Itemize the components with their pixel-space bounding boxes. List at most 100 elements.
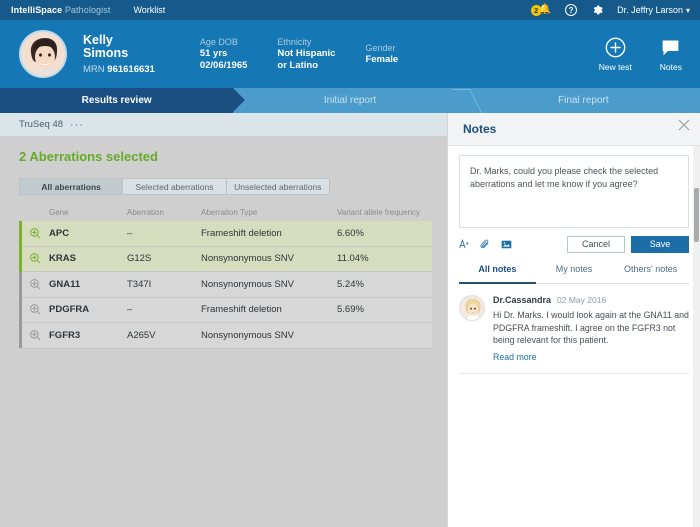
page-title: 2 Aberrations selected [19,149,447,164]
cell-gene: PDGFRA [49,304,127,315]
patient-first-name: Kelly [83,34,155,48]
table-row[interactable]: FGFR3 A265V Nonsynonymous SNV [19,323,432,349]
notes-filter-tabs: All notes My notes Others' notes [459,264,689,284]
table-row[interactable]: APC – Frameshift deletion 6.60% [19,221,432,247]
notifications-button[interactable]: 2 🔔 [531,5,551,16]
chevron-down-icon: ▾ [686,6,690,15]
tab-final-report[interactable]: Final report [467,88,700,113]
new-test-button[interactable]: New test [599,37,632,72]
cell-aberration-type: Nonsynonymous SNV [201,279,337,290]
text-format-icon[interactable] [459,239,470,250]
scrollbar-thumb[interactable] [694,188,699,242]
step-label: Initial report [324,95,376,106]
cell-vaf: 11.04% [337,253,432,264]
divider [459,373,689,374]
paperclip-icon[interactable] [480,239,491,250]
application-root: IntelliSpace Pathologist Worklist 2 🔔 ? … [0,0,700,527]
notes-panel-title: Notes [463,122,496,136]
field-value-primary: 51 yrs [200,48,248,60]
field-value-primary: Female [365,54,398,66]
notes-tab-all[interactable]: All notes [459,264,536,283]
help-icon[interactable]: ? [565,4,577,16]
cell-aberration: – [127,228,201,239]
note-compose-input[interactable]: Dr. Marks, could you please check the se… [459,155,689,228]
brand-name-strong: IntelliSpace [11,5,62,15]
field-label: Gender [365,42,398,54]
list-item: Dr.Cassandra 02 May 2016 Hi Dr. Marks. I… [459,295,689,362]
cell-vaf: 5.24% [337,279,432,290]
mrn-value: 961616631 [107,64,155,75]
cell-aberration-type: Frameshift deletion [201,228,337,239]
field-value-secondary: 02/06/1965 [200,60,248,72]
notes-tab-mine[interactable]: My notes [536,264,613,283]
user-menu[interactable]: Dr. Jeffry Larson▾ [617,5,690,15]
table-row[interactable]: PDGFRA – Frameshift deletion 5.69% [19,298,432,324]
brand-logo: IntelliSpace Pathologist [11,5,110,15]
cell-gene: APC [49,228,127,239]
note-text: Hi Dr. Marks. I would look again at the … [493,309,689,347]
avatar [459,295,485,321]
notes-button[interactable]: Notes [660,37,682,72]
note-compose-toolbar: Cancel Save [459,235,689,253]
zoom-in-icon[interactable] [22,329,49,342]
gear-icon[interactable] [591,4,603,16]
patient-mrn: MRN 961616631 [83,64,155,75]
aberration-filter-tabs: All aberrations Selected aberrations Uns… [19,178,330,195]
cell-aberration-type: Nonsynonymous SNV [201,330,337,341]
save-button[interactable]: Save [631,236,689,253]
step-label: Final report [558,95,609,106]
cell-vaf: 5.69% [337,304,432,315]
filter-tab-selected[interactable]: Selected aberrations [123,179,226,194]
cell-vaf: 6.60% [337,228,432,239]
plus-circle-icon [605,37,626,58]
zoom-in-icon[interactable] [22,227,49,240]
zoom-in-icon[interactable] [22,252,49,265]
patient-last-name: Simons [83,47,155,61]
cell-gene: KRAS [49,253,127,264]
note-content: Dr.Cassandra 02 May 2016 Hi Dr. Marks. I… [493,295,689,362]
cell-aberration-type: Frameshift deletion [201,304,337,315]
cell-aberration: G12S [127,253,201,264]
note-compose-text: Dr. Marks, could you please check the se… [470,165,678,191]
patient-header: Kelly Simons MRN 961616631 Age DOB 51 yr… [0,20,700,88]
read-more-link[interactable]: Read more [493,352,689,362]
column-header-aberration: Aberration [127,208,201,217]
aberrations-pane: 2 Aberrations selected All aberrations S… [0,137,447,527]
zoom-in-icon[interactable] [22,303,49,316]
close-icon[interactable] [678,119,690,131]
note-meta: Dr.Cassandra 02 May 2016 [493,295,689,305]
note-compose-buttons: Cancel Save [567,236,689,253]
table-header-row: Gene Aberration Aberration Type Variant … [19,204,432,221]
speech-bubble-icon [660,37,681,58]
field-value-primary: Not Hispanic [277,48,335,60]
patient-field-ethnicity: Ethnicity Not Hispanic or Latino [277,36,335,72]
notes-panel: Notes Dr. Marks, could you please check … [447,113,700,527]
patient-field-gender: Gender Female [365,42,398,66]
cancel-button[interactable]: Cancel [567,236,625,253]
patient-header-actions: New test Notes [599,37,682,72]
patient-identity: Kelly Simons MRN 961616631 [83,34,155,75]
new-test-label: New test [599,62,632,72]
cell-aberration-type: Nonsynonymous SNV [201,253,337,264]
mrn-label: MRN [83,64,105,75]
patient-avatar [19,30,67,78]
table-row[interactable]: GNA11 T347I Nonsynonymous SNV 5.24% [19,272,432,298]
notes-tab-others[interactable]: Others' notes [612,264,689,283]
tab-results-review[interactable]: Results review [0,88,233,113]
user-name-label: Dr. Jeffry Larson [617,5,683,15]
filter-tab-all[interactable]: All aberrations [20,179,123,194]
filter-tab-unselected[interactable]: Unselected aberrations [227,179,329,194]
notes-label: Notes [660,62,682,72]
table-row[interactable]: KRAS G12S Nonsynonymous SNV 11.04% [19,247,432,273]
scrollbar[interactable] [693,146,700,527]
field-label: Age DOB [200,36,248,48]
overflow-menu-icon[interactable]: ··· [70,119,84,131]
note-date: 02 May 2016 [557,295,606,305]
column-header-vaf: Variant allele frequency [337,208,432,217]
tab-initial-report[interactable]: Initial report [233,88,466,113]
notes-panel-header: Notes [448,113,700,146]
zoom-in-icon[interactable] [22,278,49,291]
nav-worklist[interactable]: Worklist [133,5,165,15]
note-author: Dr.Cassandra [493,295,551,305]
image-icon[interactable] [501,239,512,250]
